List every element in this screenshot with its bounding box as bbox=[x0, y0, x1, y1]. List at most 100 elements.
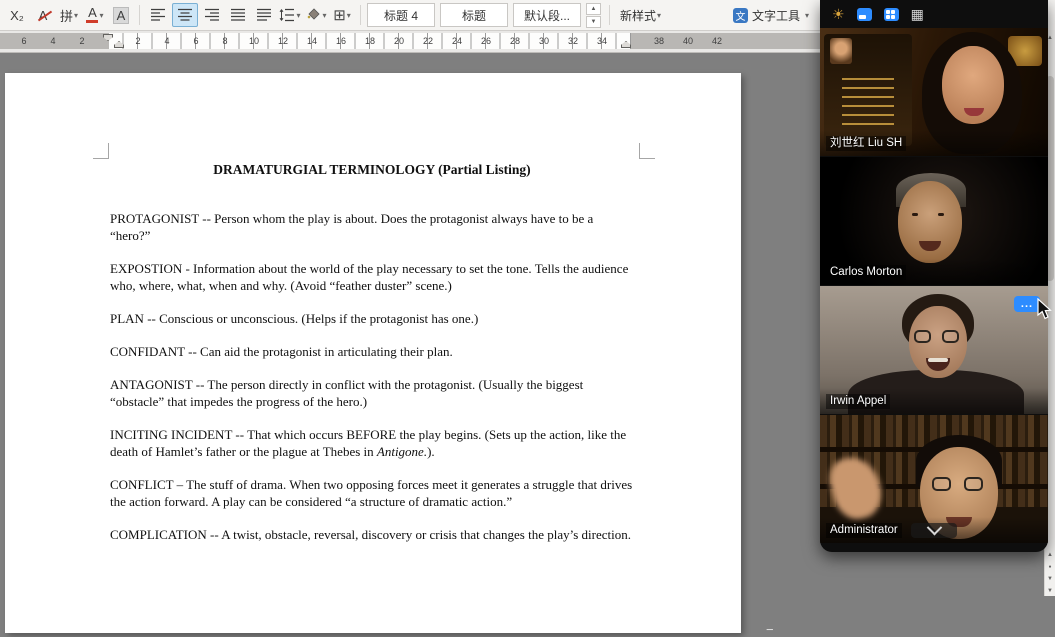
char-shading-button[interactable]: A bbox=[109, 3, 133, 27]
collapse-panel-button[interactable] bbox=[911, 523, 957, 538]
doc-paragraph: INCITING INCIDENT -- That which occurs B… bbox=[110, 426, 634, 460]
borders-grid-icon: ⊞ bbox=[333, 6, 346, 24]
ruler-number: 12 bbox=[278, 33, 288, 49]
ruler-number: 14 bbox=[307, 33, 317, 49]
align-right-button[interactable] bbox=[200, 3, 224, 27]
ruler-number: 16 bbox=[336, 33, 346, 49]
chevron-down-icon[interactable]: ▾ bbox=[657, 11, 661, 20]
shading-bucket-button[interactable]: ▾ bbox=[304, 3, 328, 27]
glasses-icon bbox=[914, 330, 931, 343]
style-gallery-scroll: ▲ ▼ bbox=[586, 3, 601, 28]
clear-format-button[interactable]: A bbox=[31, 3, 55, 27]
text-tool-button[interactable]: 文 文字工具 ▾ bbox=[733, 3, 809, 27]
ruler-number: 26 bbox=[481, 33, 491, 49]
ruler-number: 8 bbox=[222, 33, 227, 49]
ruler-number: 24 bbox=[452, 33, 462, 49]
borders-button[interactable]: ⊞▾ bbox=[330, 3, 354, 27]
glasses-icon bbox=[942, 330, 959, 343]
justify-button[interactable] bbox=[226, 3, 250, 27]
scroll-down-button[interactable]: ▼ bbox=[1045, 585, 1055, 596]
glasses-icon bbox=[964, 477, 983, 491]
line-spacing-icon bbox=[279, 8, 295, 22]
zoom-out-button[interactable]: − bbox=[766, 622, 774, 637]
crop-mark-top-left bbox=[93, 143, 109, 159]
participant-name: Irwin Appel bbox=[826, 394, 890, 409]
subscript-button[interactable]: X₂ bbox=[5, 3, 29, 27]
doc-paragraph: CONFIDANT -- Can aid the protagonist in … bbox=[110, 343, 634, 360]
chevron-down-icon[interactable]: ▾ bbox=[805, 11, 809, 20]
font-color-button[interactable]: A▾ bbox=[83, 3, 107, 27]
chevron-down-icon[interactable]: ▾ bbox=[296, 11, 300, 20]
ruler-number: 34 bbox=[597, 33, 607, 49]
next-page-button[interactable]: ▼ bbox=[1045, 573, 1055, 584]
ruler-number: 28 bbox=[510, 33, 520, 49]
ruler-number: 4 bbox=[164, 33, 169, 49]
meeting-panel-header: ☀ ▦ bbox=[820, 0, 1048, 28]
gallery-view-icon[interactable] bbox=[884, 8, 899, 21]
chevron-down-icon[interactable]: ▾ bbox=[99, 11, 103, 20]
chevron-down-icon bbox=[926, 520, 942, 536]
ruler-number: 18 bbox=[365, 33, 375, 49]
align-left-button[interactable] bbox=[146, 3, 170, 27]
document-page[interactable]: DRAMATURGIAL TERMINOLOGY (Partial Listin… bbox=[5, 73, 741, 633]
doc-paragraph: PLAN -- Conscious or unconscious. (Helps… bbox=[110, 310, 634, 327]
style-heading[interactable]: 标题 bbox=[440, 3, 508, 27]
grid-view-icon[interactable]: ▦ bbox=[911, 6, 924, 23]
doc-paragraph: EXPOSTION - Information about the world … bbox=[110, 260, 634, 294]
previous-page-button[interactable]: ▲ bbox=[1045, 549, 1055, 560]
ruler-number: 6 bbox=[193, 33, 198, 49]
ruler-number: 22 bbox=[423, 33, 433, 49]
video-tile-administrator[interactable]: Administrator bbox=[820, 415, 1048, 543]
participant-name: Administrator bbox=[826, 523, 902, 538]
ruler-number: 2 bbox=[79, 33, 84, 49]
gallery-down-button[interactable]: ▼ bbox=[586, 16, 601, 28]
browse-object-button[interactable]: ● bbox=[1045, 561, 1055, 572]
ruler-number: 6 bbox=[21, 33, 26, 49]
justify-icon bbox=[230, 8, 246, 22]
video-tile-carlos[interactable]: Carlos Morton bbox=[820, 157, 1048, 285]
ruler-number: 32 bbox=[568, 33, 578, 49]
ruler-number: 42 bbox=[712, 33, 722, 49]
meeting-panel: ☀ ▦ 刘世红 Liu SH Carlos Morton bbox=[820, 0, 1048, 552]
glasses-icon bbox=[932, 477, 951, 491]
toolbar-separator bbox=[360, 5, 361, 25]
ruler-number: 40 bbox=[683, 33, 693, 49]
gallery-up-button[interactable]: ▲ bbox=[586, 3, 601, 15]
participant-eyes bbox=[912, 213, 918, 216]
style-heading4[interactable]: 标题 4 bbox=[367, 3, 435, 27]
ruler-number: 30 bbox=[539, 33, 549, 49]
new-style-button[interactable]: 新样式▾ bbox=[616, 4, 665, 26]
doc-body[interactable]: DRAMATURGIAL TERMINOLOGY (Partial Listin… bbox=[110, 161, 634, 559]
chevron-down-icon[interactable]: ▾ bbox=[347, 11, 351, 20]
ruler-number: 20 bbox=[394, 33, 404, 49]
participant-name: Carlos Morton bbox=[826, 265, 906, 280]
style-default-paragraph[interactable]: 默认段... bbox=[513, 3, 581, 27]
speaker-view-icon[interactable] bbox=[857, 8, 872, 21]
distribute-icon bbox=[256, 8, 272, 22]
paint-bucket-icon bbox=[305, 8, 321, 22]
doc-paragraph: PROTAGONIST -- Person whom the play is a… bbox=[110, 210, 634, 244]
video-tile-liu[interactable]: 刘世红 Liu SH bbox=[820, 28, 1048, 156]
participant-name: 刘世红 Liu SH bbox=[826, 136, 906, 151]
ruler-number: 4 bbox=[50, 33, 55, 49]
align-center-icon bbox=[177, 8, 193, 22]
mouse-cursor bbox=[1036, 298, 1052, 320]
align-right-icon bbox=[204, 8, 220, 22]
video-tile-irwin[interactable]: ... Irwin Appel bbox=[820, 286, 1048, 414]
chevron-down-icon[interactable]: ▾ bbox=[74, 11, 78, 20]
doc-paragraph: ANTAGONIST -- The person directly in con… bbox=[110, 376, 634, 410]
distribute-button[interactable] bbox=[252, 3, 276, 27]
pinyin-guide-button[interactable]: 拼▾ bbox=[57, 3, 81, 27]
chevron-down-icon[interactable]: ▾ bbox=[322, 11, 326, 20]
screen: X₂ A 拼▾ A▾ A ▾ ▾ ⊞▾ 标题 4 标题 默认段... ▲ ▼ bbox=[0, 0, 1055, 596]
toolbar-separator bbox=[609, 5, 610, 25]
line-spacing-button[interactable]: ▾ bbox=[278, 3, 302, 27]
ruler-number: 38 bbox=[654, 33, 664, 49]
align-left-icon bbox=[150, 8, 166, 22]
toolbar-separator bbox=[139, 5, 140, 25]
meeting-app-icon[interactable]: ☀ bbox=[832, 6, 845, 23]
ruler-number: 10 bbox=[249, 33, 259, 49]
font-color-swatch bbox=[86, 20, 98, 23]
text-tool-icon: 文 bbox=[733, 8, 748, 23]
align-center-button[interactable] bbox=[172, 3, 198, 27]
